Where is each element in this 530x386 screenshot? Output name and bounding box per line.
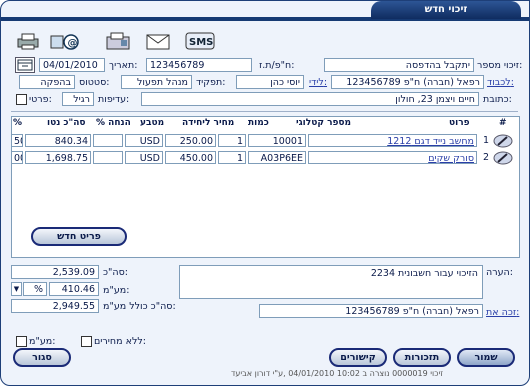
vat-option-label: מע"מ:: [29, 336, 56, 347]
col-item: פרוט: [449, 118, 470, 128]
contact-field[interactable]: יוסי כהן: [236, 75, 304, 89]
col-num: #: [499, 118, 507, 128]
status-label: סטטוס:: [79, 77, 110, 88]
row2-item[interactable]: סורק שקים: [308, 151, 477, 164]
col-currency: מטבע: [140, 118, 165, 128]
row1-pct[interactable]: 50: [11, 134, 23, 147]
credit-to-link[interactable]: זכה את:: [486, 307, 519, 318]
calendar-icon[interactable]: [15, 57, 35, 73]
row2-catalog[interactable]: A03P6EE: [248, 151, 306, 164]
row1-num: 1: [483, 135, 490, 146]
row2-total[interactable]: 1,698.75: [25, 151, 91, 164]
vat-pct-field[interactable]: %: [23, 282, 47, 296]
no-prices-checkbox[interactable]: [81, 336, 92, 347]
footer-text: זיכוי 0000019 נוצרה ב 10:02 04/01/2010 ,…: [231, 369, 444, 378]
row2-discount[interactable]: [93, 151, 123, 164]
new-item-button[interactable]: פריט חדש: [31, 227, 127, 246]
remarks-label: הערה:: [486, 267, 513, 278]
row2-unit-price[interactable]: 450.00: [165, 151, 216, 164]
customer-field[interactable]: רפאל (חברה) ח"פ 123456789: [331, 75, 484, 89]
credit-window: זיכוי חדש @ SMS זיכוי מספר: יתקבל בהדפסה…: [0, 0, 530, 386]
svg-text:@: @: [68, 38, 78, 49]
total-label: סה"כ:: [103, 267, 128, 278]
remarks-field[interactable]: הזיכוי עבור חשבונית 2234: [179, 265, 483, 299]
vat-label: מע"מ:: [103, 285, 130, 296]
priority-label: עדיפות:: [98, 94, 130, 105]
date-field[interactable]: 04/01/2010: [39, 58, 105, 72]
col-catalog: מספר קטלוגי: [296, 118, 352, 128]
divider: [11, 111, 518, 112]
role-field[interactable]: מנהל תפעול: [121, 75, 192, 89]
col-qty: כמות: [248, 118, 269, 128]
reminders-button[interactable]: תזכורות: [393, 348, 451, 367]
role-label: תפקיד:: [196, 77, 226, 88]
sms-icon[interactable]: SMS: [185, 31, 215, 51]
row2-currency[interactable]: USD: [125, 151, 163, 164]
credit-no-label: זיכוי מספר:: [477, 60, 523, 71]
row2-num: 2: [483, 152, 490, 163]
edit-pencil-icon[interactable]: [493, 134, 513, 148]
vat-id-label: ח"פ/ת.ז:: [259, 60, 295, 71]
email-icon[interactable]: @: [49, 31, 79, 51]
address-label: כתובת:: [483, 94, 512, 105]
vat-option-checkbox[interactable]: [16, 336, 27, 347]
priority-field[interactable]: רגיל: [62, 92, 94, 106]
address-field[interactable]: חיים ויצמן 23, חולון: [141, 92, 479, 106]
window-title: זיכוי חדש: [371, 1, 521, 19]
close-button[interactable]: סגור: [13, 348, 71, 367]
private-label: פרטי:: [29, 94, 52, 105]
col-total: סה"כ נטו: [47, 118, 86, 128]
sms-icon-label: SMS: [189, 37, 213, 48]
row2-qty[interactable]: 1: [218, 151, 246, 164]
vat-id-field[interactable]: 123456789: [146, 58, 252, 72]
printer-icon[interactable]: [15, 31, 41, 51]
status-field[interactable]: בהפקה: [19, 75, 75, 89]
row1-unit-price[interactable]: 250.00: [165, 134, 216, 147]
row1-discount[interactable]: [93, 134, 123, 147]
row1-currency[interactable]: USD: [125, 134, 163, 147]
col-pct: %: [13, 118, 23, 128]
col-unit-price: מחיר ליחידה: [182, 118, 235, 128]
save-button[interactable]: שמור: [457, 348, 515, 367]
col-discount: % הנחה: [96, 118, 131, 128]
total-field[interactable]: 2,539.09: [11, 265, 99, 279]
row2-pct[interactable]: 00: [11, 151, 23, 164]
row1-total[interactable]: 840.34: [25, 134, 91, 147]
fax-icon[interactable]: [105, 31, 131, 51]
no-prices-label: ללא מחירים:: [94, 336, 146, 347]
credit-to-field[interactable]: רפאל (חברה) ח"פ 123456789: [259, 304, 483, 318]
row1-item[interactable]: מחשב נייד דגם 1212: [308, 134, 477, 147]
credit-no-field[interactable]: יתקבל בהדפסה: [324, 58, 474, 72]
links-button[interactable]: קישורים: [329, 348, 387, 367]
row1-catalog[interactable]: 10001: [248, 134, 306, 147]
contact-link[interactable]: לידי:: [309, 77, 327, 88]
grand-total-field[interactable]: 2,949.55: [11, 299, 99, 313]
envelope-icon[interactable]: [145, 31, 171, 51]
customer-link[interactable]: לכבוד:: [487, 77, 514, 88]
private-checkbox[interactable]: [16, 94, 27, 105]
vat-field[interactable]: 410.46: [49, 282, 99, 296]
grand-total-label: סה"כ כולל מע"מ:: [103, 301, 176, 312]
date-label: תאריך:: [109, 60, 138, 71]
edit-pencil-icon[interactable]: [493, 151, 513, 165]
chevron-down-icon[interactable]: ▼: [11, 282, 22, 296]
row1-qty[interactable]: 1: [218, 134, 246, 147]
